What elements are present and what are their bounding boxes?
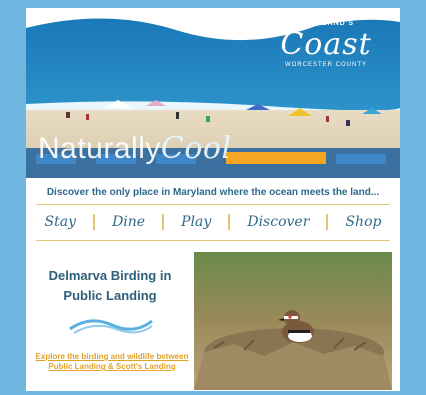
nav-stay[interactable]: Stay <box>45 214 76 230</box>
divider-bottom <box>36 240 390 241</box>
nav-dine[interactable]: Dine <box>112 214 145 230</box>
nav-shop[interactable]: Shop <box>345 214 381 230</box>
wave-icon <box>69 319 153 334</box>
nav-separator <box>326 214 329 230</box>
nav-separator <box>228 214 231 230</box>
hero-banner[interactable]: MARYLAND'S Coast WORCESTER COUNTY Natura… <box>26 8 400 178</box>
logo-sub-text: WORCESTER COUNTY <box>285 62 367 68</box>
nav-play[interactable]: Play <box>181 214 211 230</box>
newsletter-card: MARYLAND'S Coast WORCESTER COUNTY Natura… <box>26 8 400 391</box>
tagline: Discover the only place in Maryland wher… <box>46 186 380 198</box>
coast-logo: Coast <box>280 27 372 62</box>
nav-discover[interactable]: Discover <box>247 214 309 230</box>
bird-photo[interactable] <box>194 252 392 390</box>
hero-headline-b: Cool <box>160 131 232 166</box>
feature-title: Delmarva Birding in Public Landing <box>48 268 172 303</box>
hero-headline-a: Naturally <box>38 132 161 165</box>
divider-top <box>36 204 390 205</box>
feature-link[interactable]: Explore the birding and wildlife between… <box>34 352 190 372</box>
logo-top-text: MARYLAND'S <box>297 20 355 27</box>
nav-separator <box>93 214 96 230</box>
main-nav: Stay Dine Play Discover Shop <box>36 206 390 238</box>
hero-headline: NaturallyCool <box>38 132 232 166</box>
nav-separator <box>162 214 165 230</box>
